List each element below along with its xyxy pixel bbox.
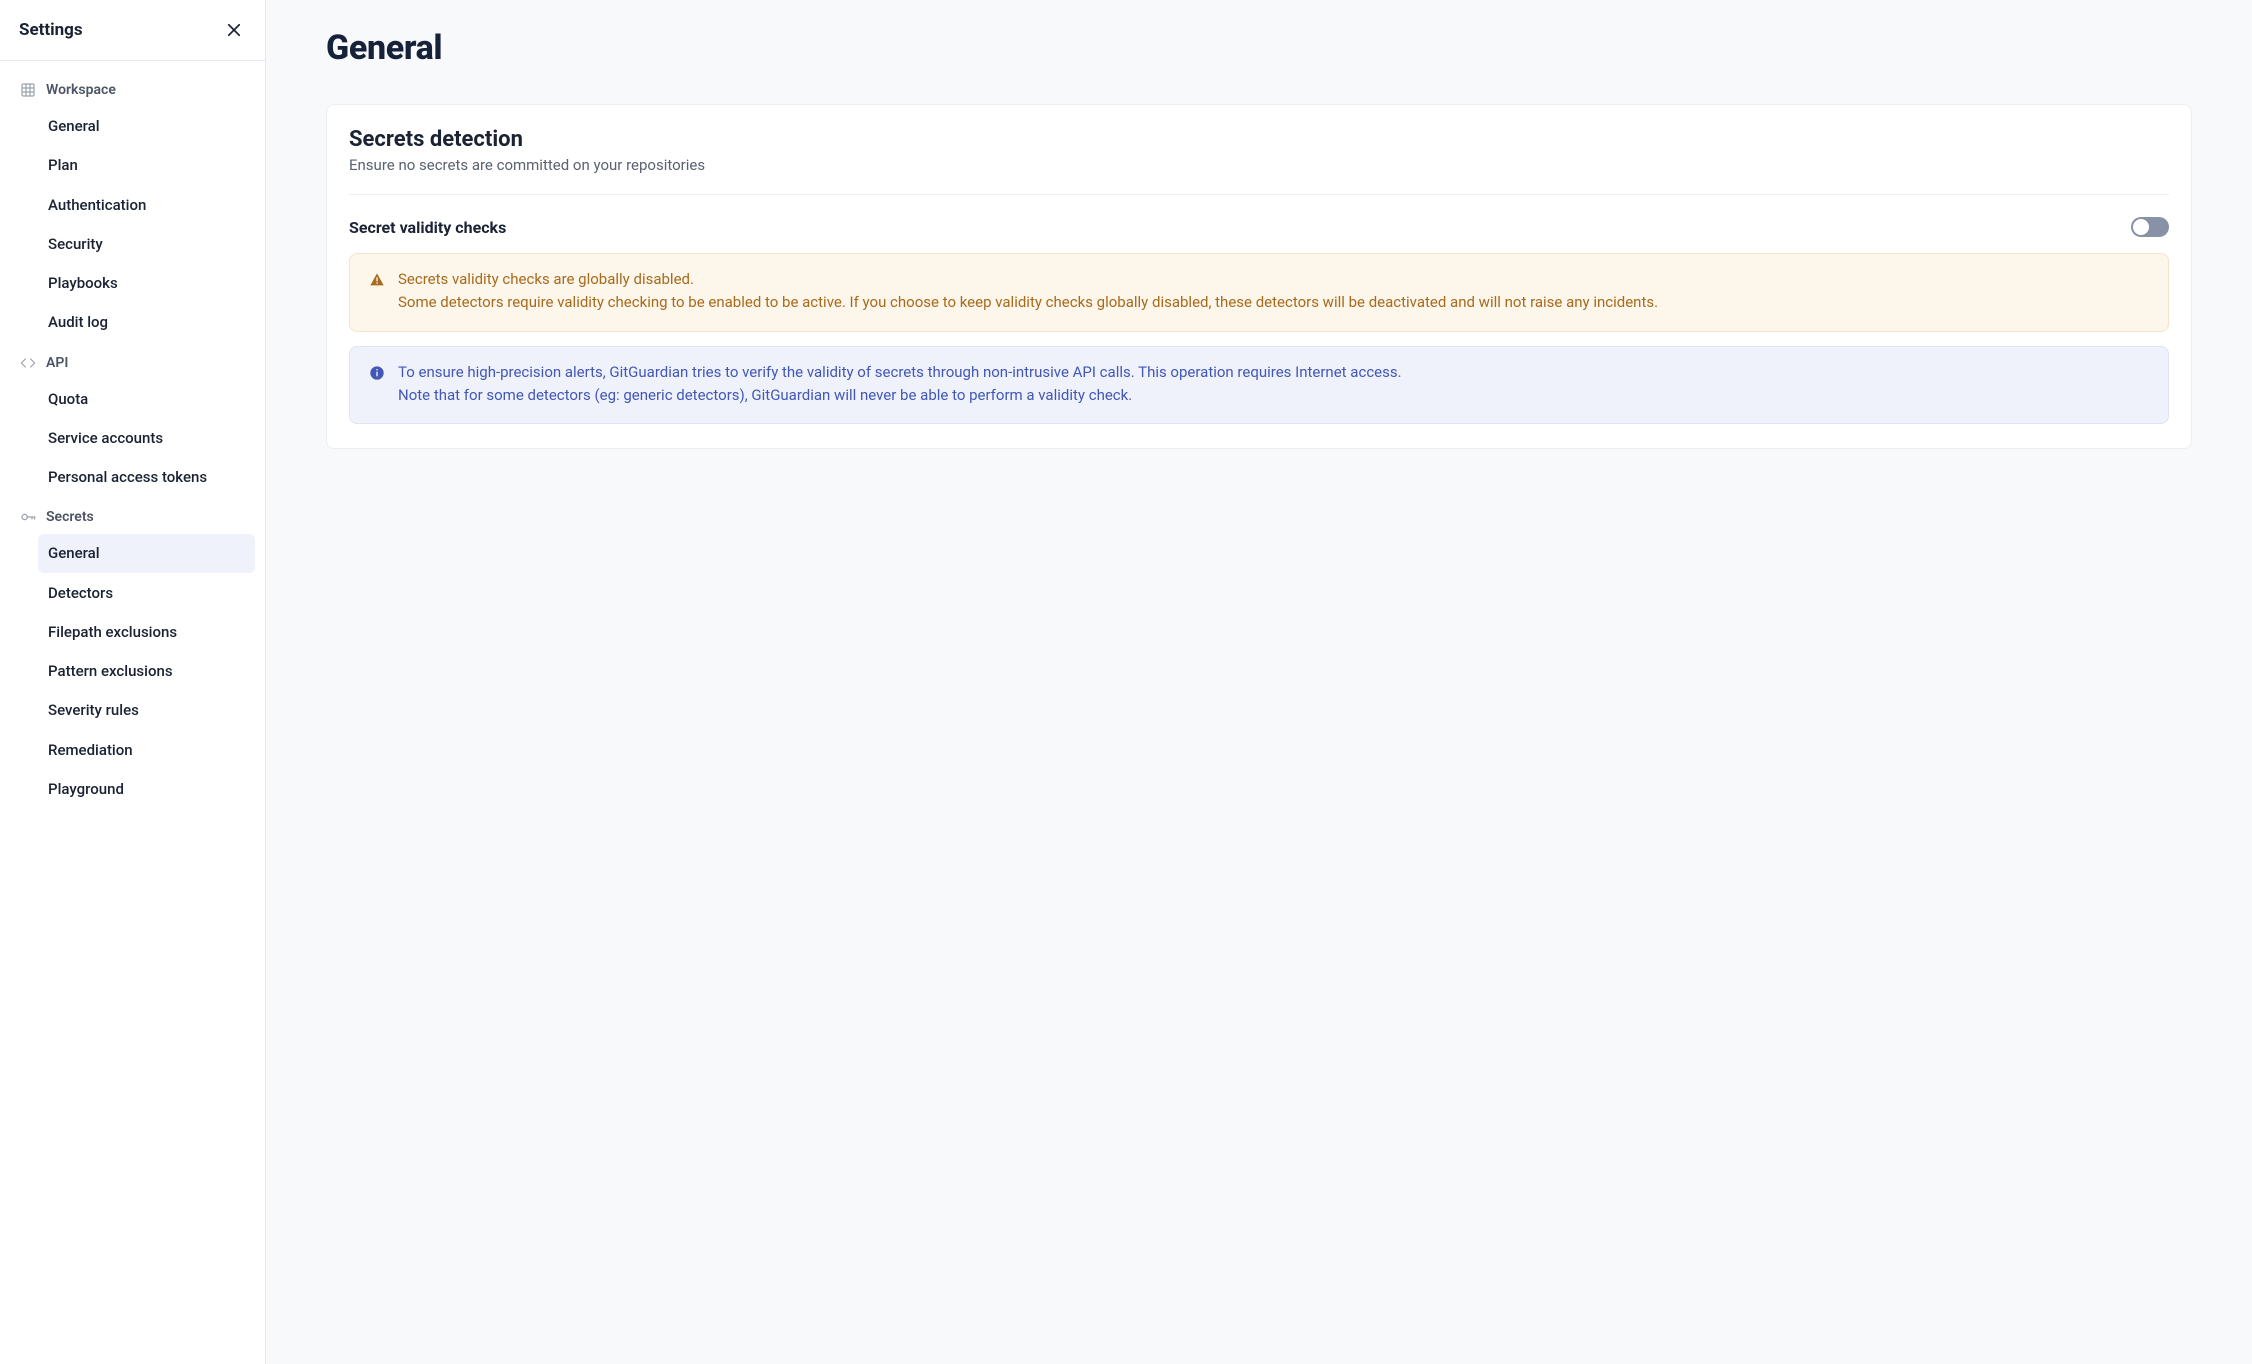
nav-section-header-api[interactable]: API bbox=[10, 346, 255, 380]
sidebar-item-audit-log[interactable]: Audit log bbox=[38, 303, 255, 341]
sidebar-item-personal-access-tokens[interactable]: Personal access tokens bbox=[38, 458, 255, 496]
secret-validity-setting-row: Secret validity checks bbox=[349, 217, 2169, 237]
validity-disabled-warning: Secrets validity checks are globally dis… bbox=[349, 253, 2169, 332]
sidebar-item-remediation[interactable]: Remediation bbox=[38, 731, 255, 769]
sidebar-item-authentication[interactable]: Authentication bbox=[38, 186, 255, 224]
warning-line-2: Some detectors require validity checking… bbox=[398, 291, 1658, 314]
nav-section-header-secrets[interactable]: Secrets bbox=[10, 500, 255, 534]
warning-body: Secrets validity checks are globally dis… bbox=[398, 268, 1658, 315]
sidebar-item-pattern-exclusions[interactable]: Pattern exclusions bbox=[38, 652, 255, 690]
sidebar-item-severity-rules[interactable]: Severity rules bbox=[38, 691, 255, 729]
settings-sidebar: Settings Workspace General Plan bbox=[0, 0, 266, 1364]
card-subtitle: Ensure no secrets are committed on your … bbox=[349, 156, 2169, 174]
close-icon bbox=[225, 21, 243, 39]
sidebar-item-service-accounts[interactable]: Service accounts bbox=[38, 419, 255, 457]
nav-section-label: API bbox=[46, 355, 68, 371]
info-line-1: To ensure high-precision alerts, GitGuar… bbox=[398, 361, 1402, 384]
nav-list-secrets: General Detectors Filepath exclusions Pa… bbox=[38, 534, 255, 808]
setting-label: Secret validity checks bbox=[349, 218, 506, 237]
sidebar-item-detectors[interactable]: Detectors bbox=[38, 574, 255, 612]
info-icon bbox=[368, 364, 386, 382]
info-line-2: Note that for some detectors (eg: generi… bbox=[398, 384, 1402, 407]
warning-icon bbox=[368, 271, 386, 289]
sidebar-item-general[interactable]: General bbox=[38, 107, 255, 145]
nav-section-api: API Quota Service accounts Personal acce… bbox=[10, 346, 255, 497]
nav-section-label: Secrets bbox=[46, 509, 94, 525]
sidebar-item-quota[interactable]: Quota bbox=[38, 380, 255, 418]
nav-section-label: Workspace bbox=[46, 82, 116, 98]
sidebar-title: Settings bbox=[19, 20, 83, 40]
sidebar-scroll: Workspace General Plan Authentication Se… bbox=[0, 61, 265, 832]
sidebar-item-security[interactable]: Security bbox=[38, 225, 255, 263]
card-title: Secrets detection bbox=[349, 127, 2169, 152]
main-content: General Secrets detection Ensure no secr… bbox=[266, 0, 2252, 1364]
nav-section-header-workspace[interactable]: Workspace bbox=[10, 73, 255, 107]
sidebar-item-playground[interactable]: Playground bbox=[38, 770, 255, 808]
secrets-icon bbox=[20, 509, 36, 525]
info-body: To ensure high-precision alerts, GitGuar… bbox=[398, 361, 1402, 408]
nav-section-workspace: Workspace General Plan Authentication Se… bbox=[10, 73, 255, 342]
api-icon bbox=[20, 355, 36, 371]
nav-list-workspace: General Plan Authentication Security Pla… bbox=[38, 107, 255, 342]
sidebar-item-plan[interactable]: Plan bbox=[38, 146, 255, 184]
sidebar-item-playbooks[interactable]: Playbooks bbox=[38, 264, 255, 302]
card-divider bbox=[349, 194, 2169, 195]
warning-line-1: Secrets validity checks are globally dis… bbox=[398, 268, 1658, 291]
sidebar-item-secrets-general[interactable]: General bbox=[38, 534, 255, 572]
close-sidebar-button[interactable] bbox=[221, 17, 247, 43]
secret-validity-toggle[interactable] bbox=[2131, 217, 2169, 237]
secrets-detection-card: Secrets detection Ensure no secrets are … bbox=[326, 104, 2192, 449]
sidebar-item-filepath-exclusions[interactable]: Filepath exclusions bbox=[38, 613, 255, 651]
validity-info-notice: To ensure high-precision alerts, GitGuar… bbox=[349, 346, 2169, 425]
nav-list-api: Quota Service accounts Personal access t… bbox=[38, 380, 255, 497]
page-title: General bbox=[326, 28, 2192, 68]
workspace-icon bbox=[20, 82, 36, 98]
sidebar-header: Settings bbox=[0, 0, 265, 61]
nav-section-secrets: Secrets General Detectors Filepath exclu… bbox=[10, 500, 255, 808]
app-root: Settings Workspace General Plan bbox=[0, 0, 2252, 1364]
